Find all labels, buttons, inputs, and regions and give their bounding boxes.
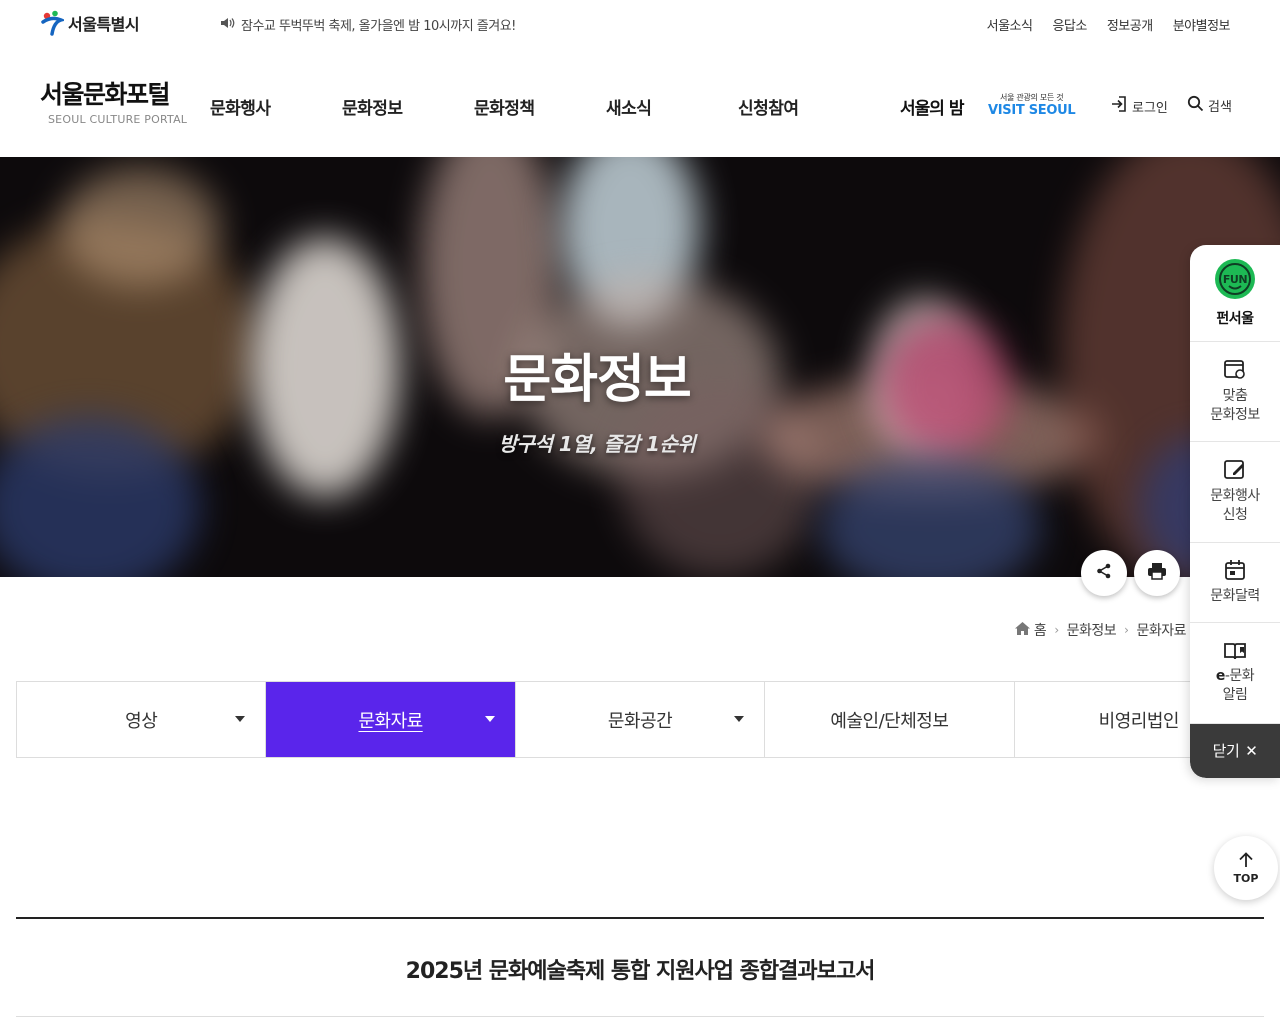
seoul-logo-text: 서울특별시	[68, 15, 140, 34]
seoul-symbol-icon	[40, 10, 67, 36]
book-icon	[1223, 641, 1247, 667]
hero-subtitle: 방구석 1열, 즐감 1순위	[498, 432, 696, 456]
portal-logo-text: 서울문화포털	[40, 80, 171, 109]
quick-label-line1: 문화달력	[1210, 588, 1260, 604]
visit-seoul-small: 서울 관광의 모든 것	[1000, 93, 1064, 102]
content-divider	[16, 1016, 1264, 1017]
quick-label-line1: e-문화	[1215, 668, 1255, 684]
print-button[interactable]	[1134, 550, 1180, 596]
chevron-right-icon: ›	[1124, 623, 1129, 637]
print-icon	[1147, 562, 1167, 584]
quick-menu: FUN 펀서울 맞춤 문화정보 문화행사 신청 문화달력 e-문화 알림 닫기 …	[1190, 245, 1280, 778]
e-prefix: e	[1215, 668, 1226, 684]
chevron-right-icon: ›	[1054, 623, 1059, 637]
scroll-top-button[interactable]: TOP	[1214, 836, 1278, 900]
login-label: 로그인	[1132, 100, 1168, 116]
nav-news[interactable]: 새소식	[606, 94, 738, 119]
quick-e-culture-alert[interactable]: e-문화 알림	[1190, 623, 1280, 724]
search-label: 검색	[1208, 100, 1232, 115]
portal-logo-subtext: SEOUL CULTURE PORTAL	[48, 113, 188, 126]
notice-ticker[interactable]: 잠수교 뚜벅뚜벅 축제, 올가을엔 밤 10시까지 즐겨요!	[220, 15, 516, 34]
seoul-city-logo[interactable]: 서울특별시	[40, 10, 140, 36]
share-icon	[1095, 562, 1113, 584]
login-button[interactable]: 로그인	[1110, 95, 1168, 117]
quick-label-line2: 문화정보	[1210, 406, 1260, 423]
tab-label: 비영리법인	[1098, 710, 1180, 732]
tab-label: 문화공간	[607, 710, 673, 732]
site-header: 서울문화포털 SEOUL CULTURE PORTAL 문화행사 문화정보 문화…	[0, 48, 1280, 157]
close-icon: ✕	[1245, 741, 1258, 760]
visit-seoul-big: VISIT SEOUL	[988, 103, 1076, 118]
notice-text: 잠수교 뚜벅뚜벅 축제, 올가을엔 밤 10시까지 즐겨요!	[241, 19, 516, 34]
close-label: 닫기	[1212, 741, 1240, 760]
caret-down-icon	[235, 716, 246, 722]
tab-label: 예술인/단체정보	[830, 710, 949, 732]
search-icon	[1187, 95, 1204, 116]
nav-apply[interactable]: 신청참여	[738, 94, 838, 119]
breadcrumb-home[interactable]: 홈	[1014, 620, 1047, 640]
home-icon	[1014, 621, 1030, 639]
main-nav: 문화행사 문화정보 문화정책 새소식 신청참여	[210, 94, 838, 119]
search-button[interactable]: 검색	[1187, 95, 1232, 116]
edit-window-icon	[1223, 459, 1247, 487]
breadcrumb-culture-info[interactable]: 문화정보	[1067, 620, 1117, 640]
tab-culture-data[interactable]: 문화자료	[266, 682, 516, 757]
util-link-info-disclosure[interactable]: 정보공개	[1107, 15, 1153, 34]
breadcrumb-home-label: 홈	[1033, 623, 1047, 639]
hero-title: 문화정보	[503, 350, 691, 410]
quick-event-apply[interactable]: 문화행사 신청	[1190, 442, 1280, 543]
hero-banner: 문화정보 방구석 1열, 즐감 1순위	[0, 157, 1280, 577]
fun-seoul-badge-text: FUN	[1223, 273, 1247, 286]
settings-window-icon	[1223, 359, 1247, 387]
seoul-night-link[interactable]: 서울의 밤	[900, 94, 964, 119]
nav-culture-info[interactable]: 문화정보	[342, 94, 474, 119]
util-link-eungdapso[interactable]: 응답소	[1052, 15, 1087, 34]
visit-seoul-link[interactable]: 서울 관광의 모든 것 VISIT SEOUL	[988, 92, 1076, 118]
breadcrumb: 홈 › 문화정보 › 문화자료	[1014, 620, 1186, 640]
tab-label: 문화자료	[358, 710, 423, 732]
tab-video[interactable]: 영상	[17, 682, 267, 757]
tab-label: 영상	[125, 710, 158, 732]
quick-label-line1: 맞춤	[1222, 387, 1248, 404]
speaker-icon	[220, 17, 236, 33]
tab-culture-space[interactable]: 문화공간	[516, 682, 766, 757]
arrow-up-icon	[1237, 851, 1255, 872]
content-top-divider	[16, 917, 1264, 919]
quick-fun-label: 펀서울	[1216, 310, 1254, 327]
utility-bar: 서울특별시 잠수교 뚜벅뚜벅 축제, 올가을엔 밤 10시까지 즐겨요! 서울소…	[0, 0, 1280, 48]
quick-menu-close-button[interactable]: 닫기 ✕	[1190, 724, 1280, 778]
nav-culture-events[interactable]: 문화행사	[210, 94, 342, 119]
quick-label-line1: 문화행사	[1210, 488, 1260, 504]
top-label: TOP	[1233, 872, 1259, 885]
util-link-field-info[interactable]: 분야별정보	[1173, 15, 1231, 34]
caret-down-icon	[734, 716, 745, 722]
document-title: 2025년 문화예술축제 통합 지원사업 종합결과보고서	[405, 959, 876, 984]
portal-logo[interactable]: 서울문화포털 SEOUL CULTURE PORTAL	[40, 80, 187, 126]
fun-seoul-icon: FUN	[1214, 258, 1256, 306]
util-link-seoul-news[interactable]: 서울소식	[987, 15, 1033, 34]
quick-label-line2: 신청	[1222, 507, 1248, 523]
quick-label-line2: 알림	[1222, 687, 1248, 703]
util-links: 서울소식 응답소 정보공개 분야별정보	[987, 15, 1231, 34]
quick-custom-info[interactable]: 맞춤 문화정보	[1190, 342, 1280, 442]
calendar-icon	[1224, 559, 1246, 587]
quick-fun-seoul[interactable]: FUN 펀서울	[1190, 245, 1280, 342]
quick-culture-calendar[interactable]: 문화달력	[1190, 543, 1280, 623]
sub-category-tabs: 영상 문화자료 문화공간 예술인/단체정보 비영리법인	[16, 681, 1264, 758]
tab-artist-group-info[interactable]: 예술인/단체정보	[765, 682, 1015, 757]
breadcrumb-culture-data[interactable]: 문화자료	[1136, 620, 1186, 640]
nav-culture-policy[interactable]: 문화정책	[474, 94, 606, 119]
login-icon	[1110, 95, 1128, 117]
caret-down-icon	[484, 716, 495, 722]
share-button[interactable]	[1081, 550, 1127, 596]
